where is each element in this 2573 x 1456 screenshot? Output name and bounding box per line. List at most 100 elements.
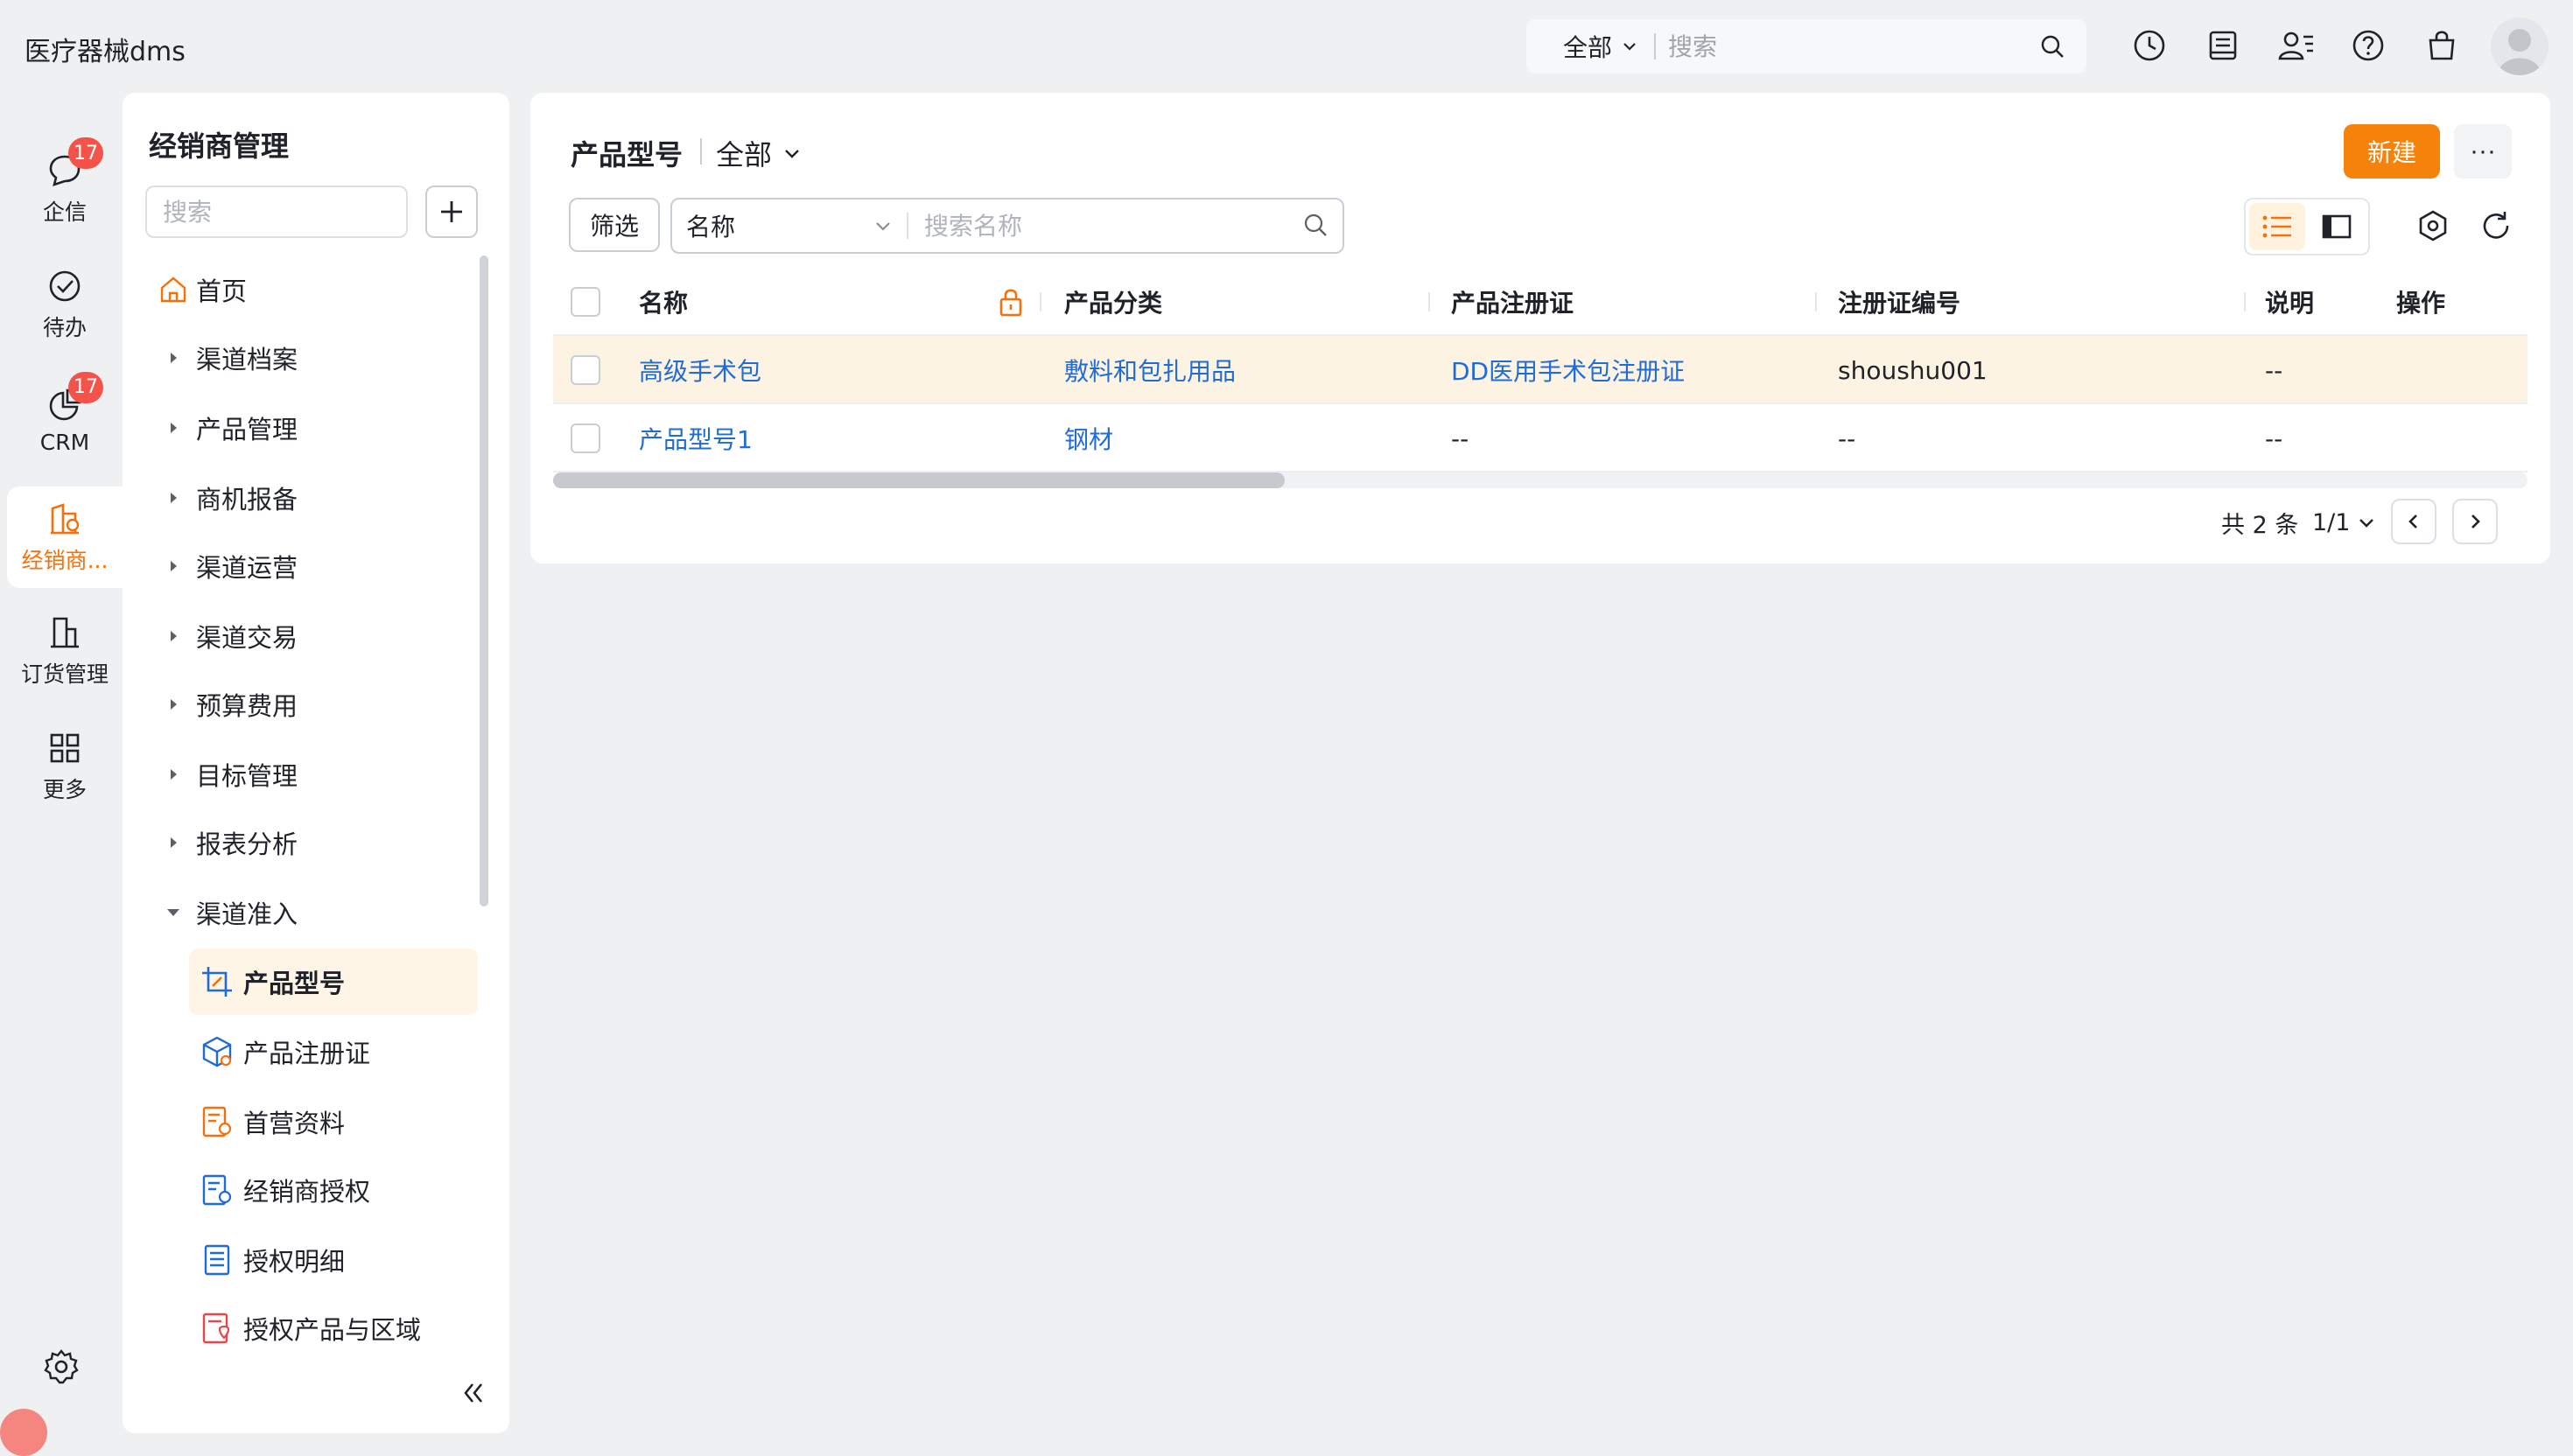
- nav-item-label: 目标管理: [196, 761, 298, 791]
- sub-nav-auth-detail[interactable]: 授权明细: [189, 1227, 478, 1293]
- clock-icon[interactable]: [2130, 26, 2169, 65]
- column-header[interactable]: 产品分类: [1064, 268, 1162, 336]
- nav-item-product-management[interactable]: 产品管理: [158, 397, 298, 458]
- nav-item-label: 渠道运营: [196, 553, 298, 583]
- rail-item-more[interactable]: 更多: [7, 716, 123, 817]
- name-search-input[interactable]: [924, 211, 1274, 241]
- pagination-total: 共 2 条: [2221, 511, 2299, 539]
- notification-badge: 17: [68, 137, 103, 169]
- sub-nav-product-model[interactable]: 产品型号: [189, 948, 478, 1015]
- certificate-link[interactable]: DD医用手术包注册证: [1451, 336, 1685, 404]
- left-rail: 17 企信 待办 17 CRM 经销商... 订货管理 更多: [0, 93, 123, 1456]
- collapse-icon[interactable]: [455, 1376, 490, 1410]
- nav-item-home[interactable]: 首页: [158, 259, 247, 320]
- note-cell: --: [2265, 355, 2283, 385]
- column-separator[interactable]: [1815, 292, 1817, 312]
- sub-nav-label: 产品注册证: [243, 1039, 371, 1068]
- search-scope-dropdown[interactable]: 全部: [1563, 29, 1638, 64]
- table-row[interactable]: 产品型号1 钢材 -- -- --: [553, 404, 2527, 472]
- caret-right-icon: [171, 561, 177, 571]
- panel-search-input[interactable]: [145, 186, 408, 238]
- contacts-icon[interactable]: [2277, 26, 2316, 65]
- select-all-checkbox[interactable]: [571, 287, 600, 317]
- horizontal-scrollbar[interactable]: [553, 472, 2527, 488]
- nav-item-channel-trade[interactable]: 渠道交易: [158, 606, 298, 667]
- help-icon[interactable]: [2349, 26, 2387, 65]
- global-search-input[interactable]: [1668, 32, 2019, 61]
- sub-nav-first-camp[interactable]: 首营资料: [189, 1088, 478, 1155]
- chevron-down-icon: [1623, 43, 1636, 51]
- column-header[interactable]: 产品注册证: [1451, 268, 1574, 336]
- page-selector[interactable]: 1/1: [2312, 499, 2376, 546]
- refresh-icon[interactable]: [2477, 206, 2515, 245]
- new-button[interactable]: 新建: [2344, 124, 2440, 178]
- name-link[interactable]: 产品型号1: [639, 404, 753, 472]
- scrollbar-thumb[interactable]: [553, 472, 1285, 488]
- filter-button[interactable]: 筛选: [569, 198, 660, 252]
- document-icon: [202, 1106, 232, 1138]
- nav-item-label: 预算费用: [196, 691, 298, 721]
- floating-indicator[interactable]: [0, 1409, 47, 1456]
- column-header[interactable]: 注册证编号: [1838, 268, 1960, 336]
- dealer-icon: [51, 503, 80, 535]
- nav-item-channel-ops[interactable]: 渠道运营: [158, 536, 298, 597]
- split-view-icon: [2322, 214, 2352, 239]
- nav-item-opportunity[interactable]: 商机报备: [158, 467, 298, 528]
- column-separator[interactable]: [2244, 292, 2246, 312]
- column-separator[interactable]: [1040, 292, 1041, 312]
- settings-icon[interactable]: [2414, 206, 2452, 245]
- table-header: 名称 产品分类 产品注册证 注册证编号 说明 操作: [553, 268, 2527, 336]
- divider: [907, 213, 908, 239]
- list-view-button[interactable]: [2249, 203, 2305, 250]
- next-page-button[interactable]: [2452, 499, 2498, 544]
- column-separator[interactable]: [1428, 292, 1430, 312]
- column-header[interactable]: 名称: [639, 268, 688, 336]
- search-field-dropdown[interactable]: 名称: [686, 208, 893, 243]
- bag-icon[interactable]: [2422, 26, 2461, 65]
- nav-item-channel-access[interactable]: 渠道准入: [158, 882, 298, 943]
- sub-nav-dealer-auth[interactable]: 经销商授权: [189, 1157, 478, 1223]
- nav-scrollbar[interactable]: [480, 256, 488, 906]
- app-title: 医疗器械dms: [25, 37, 186, 67]
- prev-page-button[interactable]: [2391, 499, 2436, 544]
- name-link[interactable]: 高级手术包: [639, 336, 761, 404]
- nav-item-reports[interactable]: 报表分析: [158, 812, 298, 873]
- main-card: 产品型号 全部 新建 ··· 筛选 名称 名称: [530, 93, 2550, 564]
- gear-icon[interactable]: [42, 1348, 81, 1386]
- lock-icon[interactable]: [998, 287, 1024, 317]
- nav-item-label: 商机报备: [196, 485, 298, 514]
- add-button[interactable]: [425, 186, 478, 238]
- view-scope-dropdown[interactable]: 全部: [716, 133, 802, 173]
- table-row[interactable]: 高级手术包 敷料和包扎用品 DD医用手术包注册证 shoushu001 --: [553, 336, 2527, 404]
- caret-right-icon: [171, 493, 177, 503]
- more-button[interactable]: ···: [2454, 124, 2512, 178]
- rail-item-orders[interactable]: 订货管理: [7, 600, 123, 702]
- rail-item-crm[interactable]: 17 CRM: [7, 369, 123, 471]
- sub-nav-registration-cert[interactable]: 产品注册证: [189, 1018, 478, 1085]
- top-bar: 医疗器械dms 全部: [0, 0, 2573, 93]
- split-view-button[interactable]: [2309, 203, 2365, 250]
- category-link[interactable]: 钢材: [1064, 404, 1113, 472]
- list-icon: [2262, 215, 2291, 238]
- column-header[interactable]: 说明: [2265, 268, 2314, 336]
- row-checkbox[interactable]: [571, 355, 600, 385]
- nav-item-targets[interactable]: 目标管理: [158, 744, 298, 805]
- building-icon: [51, 617, 79, 648]
- nav-item-label: 渠道档案: [196, 345, 298, 374]
- rail-item-dealer[interactable]: 经销商...: [7, 486, 123, 588]
- nav-item-channel-archive[interactable]: 渠道档案: [158, 327, 298, 388]
- inbox-icon[interactable]: [2204, 26, 2242, 65]
- category-link[interactable]: 敷料和包扎用品: [1064, 336, 1236, 404]
- column-header: 操作: [2396, 289, 2446, 318]
- nav-item-budget[interactable]: 预算费用: [158, 674, 298, 735]
- rail-item-todo[interactable]: 待办: [7, 254, 123, 355]
- search-icon[interactable]: [1302, 212, 1329, 238]
- avatar[interactable]: [2491, 18, 2548, 75]
- search-icon[interactable]: [2039, 33, 2065, 60]
- rail-item-chat[interactable]: 17 企信: [7, 137, 123, 240]
- sub-nav-auth-product-region[interactable]: 授权产品与区域: [189, 1295, 478, 1362]
- chevron-left-icon: [2408, 514, 2417, 528]
- check-circle-icon: [49, 270, 81, 302]
- cert-number: shoushu001: [1838, 355, 1988, 385]
- row-checkbox[interactable]: [571, 424, 600, 453]
